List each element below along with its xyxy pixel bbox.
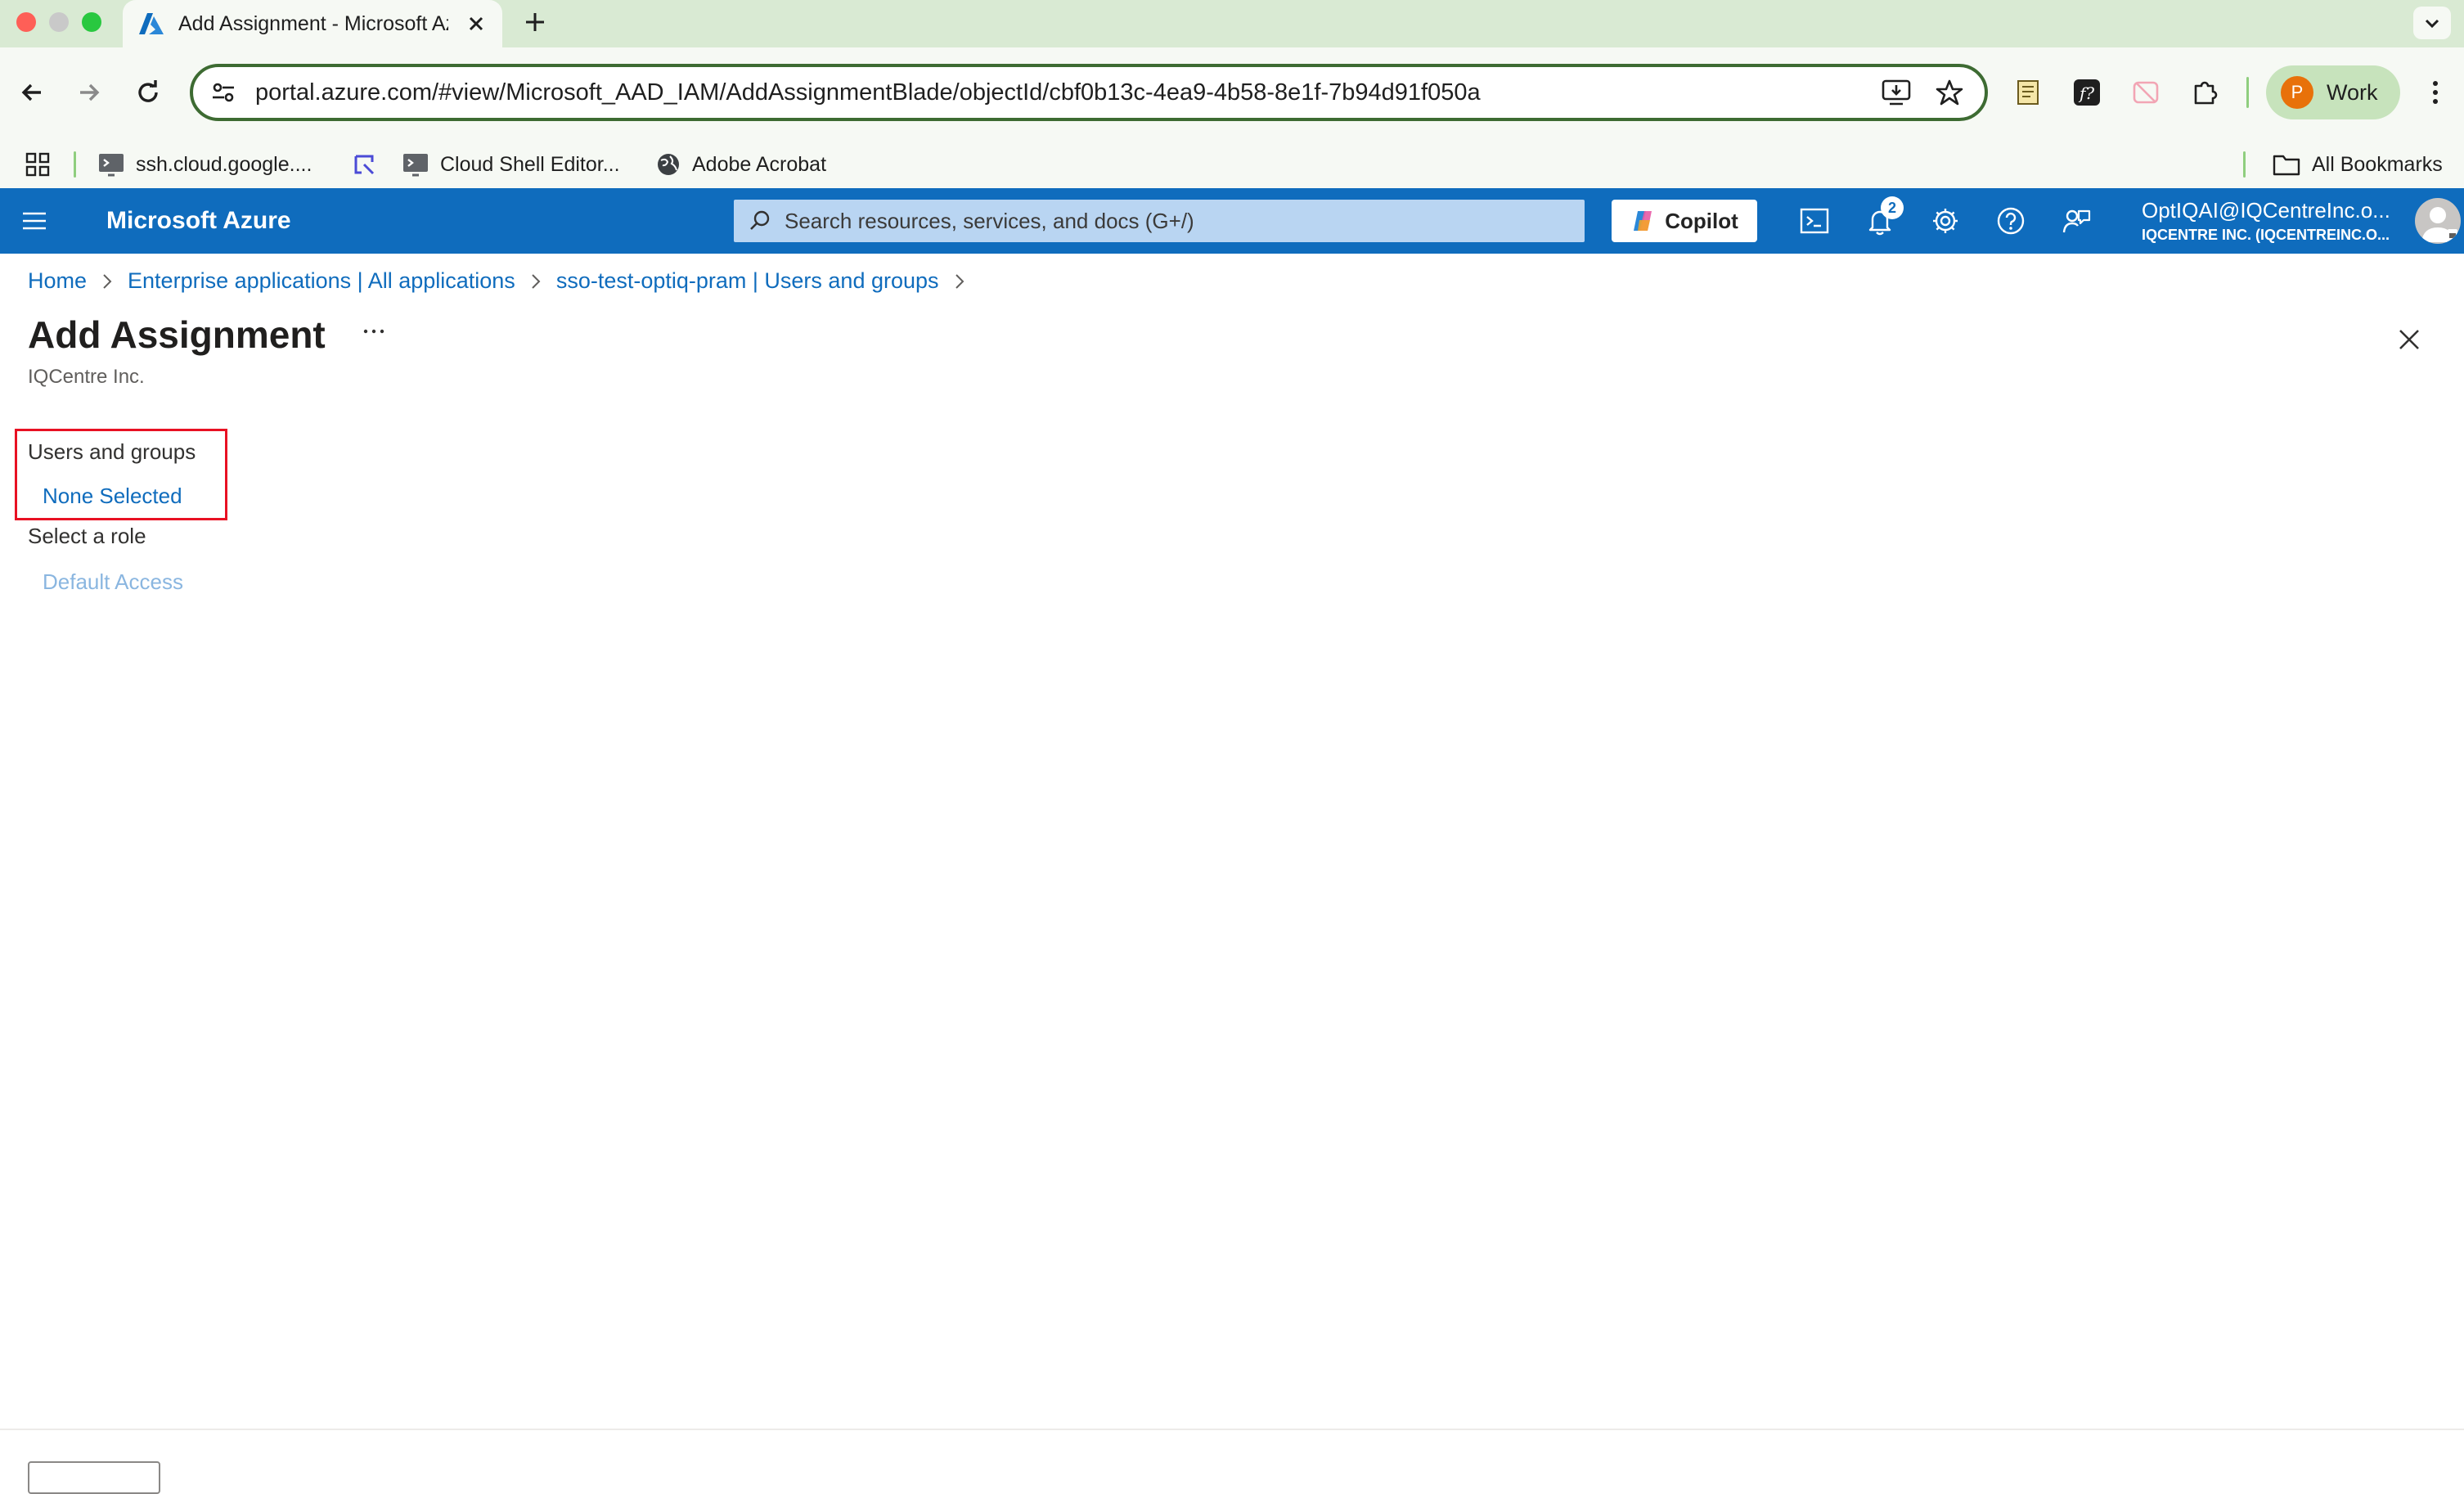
users-groups-select-link[interactable]: None Selected bbox=[43, 484, 182, 509]
bookmarks-bar: ssh.cloud.google.... Cloud Shell Editor.… bbox=[0, 141, 2464, 188]
install-app-icon[interactable] bbox=[1882, 79, 1911, 106]
breadcrumb: Home Enterprise applications | All appli… bbox=[28, 268, 980, 294]
settings-gear-icon[interactable] bbox=[1931, 206, 1960, 236]
copilot-label: Copilot bbox=[1665, 208, 1738, 233]
chevron-right-icon bbox=[530, 272, 542, 290]
copilot-icon bbox=[1630, 209, 1655, 233]
tab-search-chevron-down-icon[interactable] bbox=[2413, 7, 2451, 39]
all-bookmarks-button[interactable]: All Bookmarks bbox=[2273, 141, 2443, 188]
reload-icon[interactable] bbox=[134, 79, 162, 106]
page-title: Add Assignment bbox=[28, 313, 326, 356]
forward-arrow-icon[interactable] bbox=[75, 79, 103, 106]
portal-brand[interactable]: Microsoft Azure bbox=[106, 188, 291, 254]
footer-divider bbox=[0, 1429, 2464, 1430]
avatar[interactable] bbox=[2415, 198, 2461, 244]
profile-button[interactable]: P Work bbox=[2266, 65, 2400, 119]
window-close-button[interactable] bbox=[16, 12, 36, 32]
hamburger-menu-icon[interactable] bbox=[21, 209, 47, 232]
role-label: Select a role bbox=[28, 524, 146, 548]
all-bookmarks-label: All Bookmarks bbox=[2312, 152, 2443, 176]
toolbar-divider bbox=[2246, 77, 2249, 108]
search-icon bbox=[749, 209, 771, 232]
bookmark-label: Cloud Shell Editor... bbox=[440, 152, 620, 176]
chevron-right-icon bbox=[954, 272, 965, 290]
profile-label: Work bbox=[2327, 79, 2378, 105]
window-maximize-button[interactable] bbox=[82, 12, 101, 32]
disabled-extension-icon[interactable] bbox=[2132, 79, 2160, 106]
browser-tab-active[interactable]: Add Assignment - Microsoft Azure bbox=[123, 0, 502, 47]
svg-text:f?: f? bbox=[2078, 83, 2094, 103]
notification-count-badge: 2 bbox=[1881, 196, 1904, 219]
address-bar[interactable]: portal.azure.com/#view/Microsoft_AAD_IAM… bbox=[190, 64, 1988, 121]
account-name: OptIQAI@IQCentreInc.o... bbox=[2142, 198, 2390, 223]
notes-extension-icon[interactable] bbox=[2014, 79, 2042, 106]
chevron-right-icon bbox=[101, 272, 113, 290]
url-text: portal.azure.com/#view/Microsoft_AAD_IAM… bbox=[255, 79, 1481, 106]
more-options-glyph bbox=[363, 329, 384, 334]
azure-logo-icon bbox=[139, 13, 164, 34]
bookmark-label: Adobe Acrobat bbox=[692, 152, 827, 176]
account-menu[interactable]: OptIQAI@IQCentreInc.o... IQCENTRE INC. (… bbox=[2142, 198, 2390, 244]
bookmark-label: ssh.cloud.google.... bbox=[136, 152, 312, 176]
bookmark-extension-app[interactable] bbox=[352, 141, 376, 188]
bookmark-ssh-cloud[interactable]: ssh.cloud.google.... bbox=[98, 141, 312, 188]
global-search[interactable] bbox=[734, 200, 1585, 242]
search-input[interactable] bbox=[783, 207, 1568, 235]
extensions-puzzle-icon[interactable] bbox=[2191, 79, 2219, 106]
role-select-link[interactable]: Default Access bbox=[43, 569, 183, 595]
folder-icon bbox=[2273, 153, 2300, 176]
tab-title: Add Assignment - Microsoft Azure bbox=[178, 11, 448, 35]
account-tenant: IQCENTRE INC. (IQCENTREINC.O... bbox=[2142, 227, 2390, 243]
breadcrumb-home[interactable]: Home bbox=[28, 268, 87, 294]
profile-avatar: P bbox=[2281, 76, 2313, 109]
help-icon[interactable] bbox=[1996, 206, 2026, 236]
formula-extension-icon[interactable]: f? bbox=[2073, 79, 2101, 106]
users-groups-label: Users and groups bbox=[28, 439, 196, 464]
tenant-subtitle: IQCentre Inc. bbox=[28, 366, 145, 388]
terminal-icon bbox=[98, 152, 124, 177]
bookmark-cloud-shell-editor[interactable]: Cloud Shell Editor... bbox=[402, 141, 620, 188]
assign-button[interactable] bbox=[28, 1461, 160, 1494]
close-blade-icon[interactable] bbox=[2397, 327, 2421, 352]
back-arrow-icon[interactable] bbox=[18, 79, 46, 106]
extension-app-icon bbox=[352, 152, 376, 177]
window-minimize-button[interactable] bbox=[49, 12, 69, 32]
bookmark-adobe-acrobat[interactable]: Adobe Acrobat bbox=[656, 141, 826, 188]
breadcrumb-users-and-groups[interactable]: sso-test-optiq-pram | Users and groups bbox=[556, 268, 939, 294]
close-icon[interactable] bbox=[465, 12, 488, 35]
apps-grid-icon[interactable] bbox=[25, 141, 51, 188]
cloud-shell-icon[interactable] bbox=[1800, 206, 1829, 236]
azure-top-bar: Microsoft Azure Copilot bbox=[0, 188, 2464, 254]
more-options-icon[interactable]: ... bbox=[362, 323, 386, 340]
feedback-icon[interactable] bbox=[2062, 206, 2091, 236]
new-tab-icon[interactable] bbox=[522, 9, 548, 35]
bookmarks-divider bbox=[2243, 151, 2246, 178]
browser-tab-strip: Add Assignment - Microsoft Azure bbox=[0, 0, 2464, 47]
globe-icon bbox=[656, 152, 681, 177]
breadcrumb-enterprise-applications[interactable]: Enterprise applications | All applicatio… bbox=[128, 268, 515, 294]
terminal-icon bbox=[402, 152, 429, 177]
copilot-button[interactable]: Copilot bbox=[1612, 200, 1757, 242]
bookmark-star-icon[interactable] bbox=[1936, 79, 1963, 106]
browser-menu-icon[interactable] bbox=[2421, 79, 2449, 106]
bookmarks-divider bbox=[74, 151, 76, 178]
site-settings-icon[interactable] bbox=[211, 80, 236, 105]
